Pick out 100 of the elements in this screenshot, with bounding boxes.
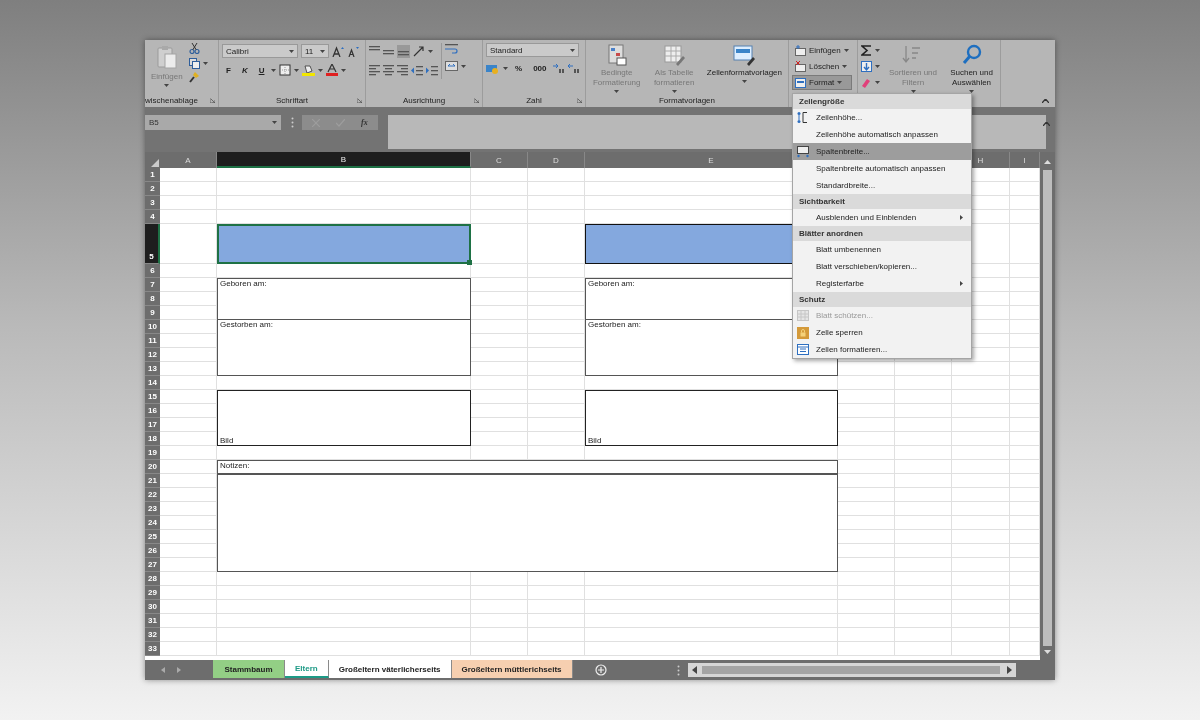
sheet-cell[interactable]: [160, 348, 217, 362]
thousands-separator-button[interactable]: 000: [529, 61, 551, 75]
dialog-launcher-icon[interactable]: [474, 98, 479, 103]
align-center-icon[interactable]: [383, 64, 394, 76]
sheet-cell[interactable]: [160, 182, 217, 196]
sheet-cell[interactable]: [471, 196, 528, 210]
row-header[interactable]: 17: [145, 418, 160, 432]
eraser-icon[interactable]: [861, 76, 872, 88]
sheet-cell[interactable]: [952, 530, 1010, 544]
sheet-cell[interactable]: [838, 418, 895, 432]
row-header[interactable]: 11: [145, 334, 160, 348]
sum-icon[interactable]: [861, 44, 872, 56]
sheet-cell[interactable]: [160, 446, 217, 460]
column-header[interactable]: I: [1010, 152, 1040, 168]
sheet-cell[interactable]: [838, 502, 895, 516]
sheet-cell[interactable]: [895, 502, 952, 516]
style-gallery-button[interactable]: Zellenformatvorlagen: [703, 43, 785, 84]
increase-decimal-icon[interactable]: [553, 62, 566, 74]
caret-icon[interactable]: [318, 68, 324, 72]
caret-icon[interactable]: [289, 49, 294, 53]
sheet-cell[interactable]: [895, 460, 952, 474]
caret-icon[interactable]: [461, 64, 466, 68]
increase-indent-icon[interactable]: [426, 64, 438, 76]
row-header[interactable]: 28: [145, 572, 160, 586]
sheet-cell[interactable]: [838, 488, 895, 502]
text-orientation-icon[interactable]: [413, 45, 425, 57]
sheet-cell[interactable]: [838, 558, 895, 572]
sheet-cell[interactable]: [160, 306, 217, 320]
decrease-font-size-icon[interactable]: [347, 45, 359, 57]
row-header[interactable]: 32: [145, 628, 160, 642]
sheet-cell[interactable]: [585, 642, 838, 656]
caret-icon[interactable]: [741, 80, 747, 83]
sheet-cell[interactable]: [895, 600, 952, 614]
row-header[interactable]: 2: [145, 182, 160, 196]
sheet-cell[interactable]: [528, 320, 585, 334]
sheet-cell[interactable]: [585, 446, 838, 460]
sheet-cell[interactable]: [952, 614, 1010, 628]
sheet-cell[interactable]: [160, 530, 217, 544]
sheet-cell[interactable]: [838, 376, 895, 390]
sheet-cell[interactable]: [471, 600, 528, 614]
sheet-cell[interactable]: [160, 168, 217, 182]
align-left-icon[interactable]: [369, 64, 380, 76]
previous-sheet-icon[interactable]: [161, 667, 165, 673]
sheet-cell[interactable]: [528, 334, 585, 348]
sheet-cell[interactable]: [838, 628, 895, 642]
menu-item[interactable]: Zeilenhöhe automatisch anpassen: [793, 126, 971, 143]
increase-font-size-icon[interactable]: [332, 45, 344, 57]
sheet-cell[interactable]: [838, 474, 895, 488]
row-header[interactable]: 22: [145, 488, 160, 502]
vertical-scrollbar[interactable]: [1040, 152, 1055, 660]
sheet-cell[interactable]: [160, 334, 217, 348]
sheet-cell[interactable]: [838, 544, 895, 558]
scissors-icon[interactable]: [188, 43, 200, 54]
sheet-cell[interactable]: [471, 348, 528, 362]
sheet-cell[interactable]: [528, 196, 585, 210]
sheet-cell[interactable]: [528, 446, 585, 460]
sheet-cell[interactable]: [160, 362, 217, 376]
sheet-cell[interactable]: [895, 572, 952, 586]
sheet-cell[interactable]: [217, 600, 471, 614]
sheet-cell[interactable]: [160, 544, 217, 558]
sheet-cell[interactable]: [528, 404, 585, 418]
sheet-cell[interactable]: [528, 432, 585, 446]
sheet-cell[interactable]: [528, 278, 585, 292]
caret-icon[interactable]: [875, 48, 880, 52]
row-header[interactable]: 3: [145, 196, 160, 210]
sheet-cell[interactable]: [528, 390, 585, 404]
form-cell[interactable]: Geboren am:: [217, 278, 471, 320]
sheet-cell[interactable]: [528, 586, 585, 600]
sheet-cell[interactable]: [838, 432, 895, 446]
collapse-ribbon-icon[interactable]: [1042, 99, 1049, 103]
sheet-cell[interactable]: [217, 572, 471, 586]
sheet-cell[interactable]: [952, 404, 1010, 418]
sheet-cell[interactable]: [160, 474, 217, 488]
row-header[interactable]: 20: [145, 460, 160, 474]
sheet-cell[interactable]: [838, 642, 895, 656]
row-header[interactable]: 15: [145, 390, 160, 404]
sheet-cell[interactable]: [895, 376, 952, 390]
image-cell[interactable]: Bild: [585, 390, 838, 446]
sheet-cell[interactable]: [471, 168, 528, 182]
sheet-cell[interactable]: [952, 376, 1010, 390]
menu-item[interactable]: Spaltenbreite...: [793, 143, 971, 160]
sheet-cell[interactable]: [895, 404, 952, 418]
sheet-cell[interactable]: [471, 390, 528, 404]
sheet-cell[interactable]: [471, 572, 528, 586]
sheet-cell[interactable]: [838, 390, 895, 404]
image-cell[interactable]: Bild: [217, 390, 471, 446]
decrease-indent-icon[interactable]: [411, 64, 423, 76]
font-color-icon[interactable]: [326, 64, 339, 76]
sheet-cell[interactable]: [217, 376, 471, 390]
wrap-text-icon[interactable]: [445, 43, 458, 55]
row-header[interactable]: 26: [145, 544, 160, 558]
sheet-cell[interactable]: [528, 628, 585, 642]
row-header[interactable]: 33: [145, 642, 160, 656]
number-format-dropdown[interactable]: Standard: [486, 43, 579, 57]
sheet-cell[interactable]: [471, 182, 528, 196]
sheet-cell[interactable]: [895, 362, 952, 376]
sheet-cell[interactable]: [160, 572, 217, 586]
sheet-cell[interactable]: [838, 600, 895, 614]
menu-item[interactable]: Zeilenhöhe...: [793, 109, 971, 126]
percent-button[interactable]: %: [511, 61, 527, 75]
